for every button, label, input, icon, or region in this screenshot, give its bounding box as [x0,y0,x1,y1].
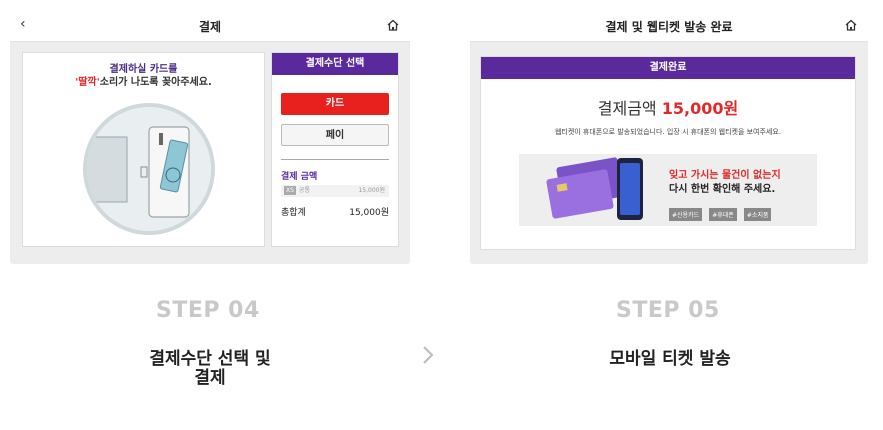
top-bar: ‹ 결제 [10,10,410,42]
amount-item-value: 15,000원 [358,187,385,194]
card-insert-panel: 결제하실 카드를 '딸깍'소리가 나도록 꽂아주세요. [22,52,265,247]
amount-label: 결제금액 [597,99,657,118]
step-04-screenshot: ‹ 결제 결제하실 카드를 '딸깍'소리가 나도록 꽂아주세요. 결제수단 선택… [10,10,410,264]
page: ‹ 결제 결제하실 카드를 '딸깍'소리가 나도록 꽂아주세요. 결제수단 선택… [0,0,883,430]
guide-line-2: 소리가 나도록 꽂아주세요. [99,77,212,88]
amount-value: 15,000원 [661,99,739,118]
home-icon[interactable] [386,18,400,32]
total-value: 15,000원 [349,208,389,218]
step-04-label: STEP 04 [156,298,260,323]
guide-click-emphasis: '딸깍' [75,77,100,88]
size-tag: XS [284,186,296,195]
card-reader-illustration [83,103,215,235]
chip-belongings: #소지품 [743,208,772,221]
insert-guide: 결제하실 카드를 '딸깍'소리가 나도록 꽂아주세요. [23,63,264,89]
step-05-label: STEP 05 [616,298,720,323]
screen-title: 결제 [198,20,222,34]
top-bar: 결제 및 웹티켓 발송 완료 [470,10,868,42]
step-04-caption: 결제수단 선택 및 결제 [110,350,310,388]
reminder-line-2: 다시 한번 확인해 주세요. [669,184,776,195]
payment-complete-panel: 결제완료 결제금액 15,000원 웹티켓이 휴대폰으로 발송되었습니다. 입장… [480,56,856,250]
pay-button[interactable]: 페이 [281,124,389,146]
card-phone-illustration [546,157,643,220]
amount-item-name: 공통 [298,187,310,194]
card-insert-icon [87,107,211,231]
reminder-chips: #신용카드 #휴대폰 #소지품 [669,202,773,221]
amount-item-row: XS 공통 15,000원 [281,185,389,197]
screen-title: 결제 및 웹티켓 발송 완료 [605,20,733,34]
total-label: 총합계 [281,208,306,218]
complete-header: 결제완료 [481,57,855,79]
chip-phone: #휴대폰 [709,208,737,221]
guide-line-1: 결제하실 카드를 [109,64,178,75]
amount-line: 결제금액 15,000원 [481,95,855,119]
reminder-banner: 잊고 가시는 물건이 없는지 다시 한번 확인해 주세요. #신용카드 #휴대폰… [519,154,817,226]
chevron-right-icon [423,346,434,364]
step-04-caption-line-2: 결제 [194,368,226,388]
ticket-sent-message: 웹티켓이 휴대폰으로 발송되었습니다. 입장 시 휴대폰의 웹티켓을 보여주세요… [554,128,782,136]
total-row: 총합계 15,000원 [281,205,389,218]
payment-method-panel: 결제수단 선택 카드 페이 결제 금액 XS 공통 15,000원 총합계 15,… [271,52,399,247]
step-05-caption: 모바일 티켓 발송 [609,349,731,369]
divider [281,159,389,160]
step-04-caption-line-1: 결제수단 선택 및 [149,349,271,369]
home-icon[interactable] [844,18,858,32]
step-05-screenshot: 결제 및 웹티켓 발송 완료 결제완료 결제금액 15,000원 웹티켓이 휴대… [470,10,868,264]
payment-method-header: 결제수단 선택 [272,53,398,75]
reminder-line-1: 잊고 가시는 물건이 없는지 [669,170,781,181]
card-button[interactable]: 카드 [281,93,389,115]
chip-credit-card: #신용카드 [669,208,703,221]
amount-title: 결제 금액 [281,172,318,182]
